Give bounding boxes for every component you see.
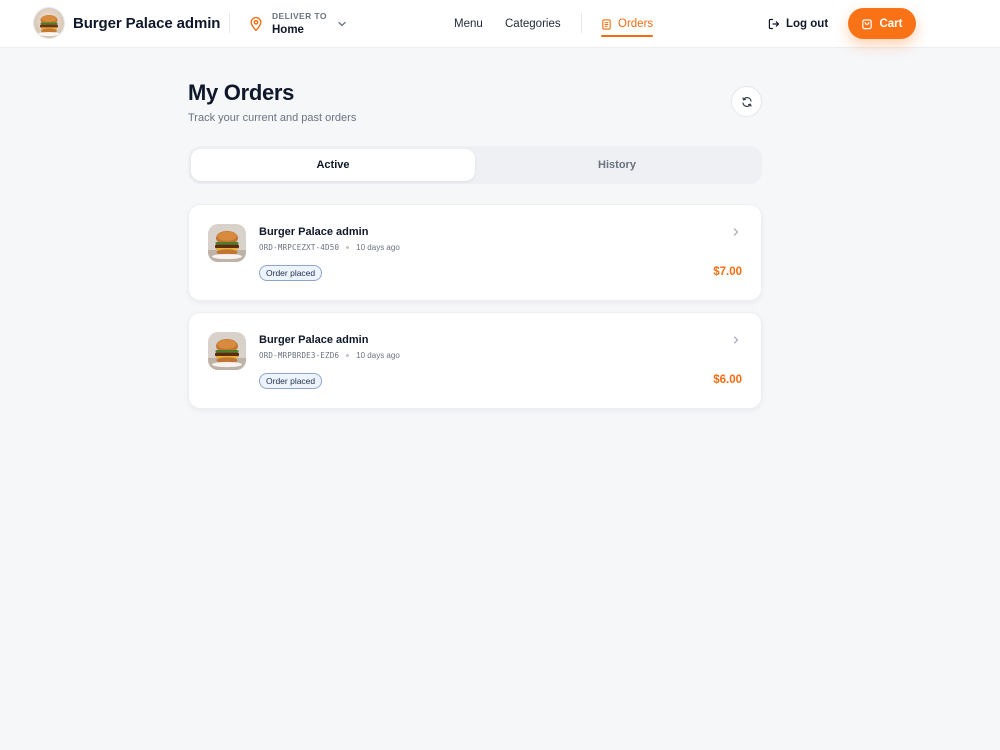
main-nav: Menu (454, 0, 483, 48)
deliver-to-value: Home (272, 23, 304, 36)
order-card[interactable]: Burger Palace admin ORD-MRPBRDE3-EZD6 10… (188, 312, 762, 409)
chevron-right-icon (733, 336, 739, 344)
deliver-to-selector[interactable]: DELIVER TO Home (248, 8, 347, 40)
chevron-down-icon (338, 21, 346, 27)
order-card[interactable]: Burger Palace admin ORD-MRPCEZXT-4D50 10… (188, 204, 762, 301)
logout-label: Log out (786, 18, 829, 30)
order-thumbnail (208, 332, 246, 370)
order-id: ORD-MRPCEZXT-4D50 (259, 243, 340, 252)
order-restaurant-name: Burger Palace admin (259, 334, 369, 346)
page-subtitle: Track your current and past orders (188, 112, 357, 124)
burger-image-icon (208, 332, 246, 370)
order-time: 10 days ago (356, 351, 400, 360)
map-pin-icon (250, 16, 262, 32)
order-thumbnail (208, 224, 246, 262)
main-nav-categories: Categories (505, 0, 561, 48)
order-meta: ORD-MRPCEZXT-4D50 10 days ago (259, 243, 400, 252)
cart-button[interactable]: Cart (848, 8, 916, 39)
nav-divider (581, 13, 582, 33)
nav-orders[interactable]: Orders (601, 0, 654, 48)
order-price: $7.00 (713, 266, 742, 278)
header-divider (229, 13, 230, 33)
status-badge: Order placed (259, 373, 323, 389)
page-title: My Orders (188, 80, 295, 105)
order-price: $6.00 (713, 374, 742, 386)
refresh-button[interactable] (731, 86, 762, 117)
receipt-icon (602, 18, 611, 30)
separator-dot (346, 354, 350, 357)
order-time: 10 days ago (356, 243, 400, 252)
deliver-to-label: DELIVER TO (272, 11, 327, 21)
tab-history[interactable]: History (475, 149, 759, 181)
top-navigation-bar: Burger Palace admin DELIVER TO Home Menu… (0, 0, 1000, 48)
brand[interactable]: Burger Palace admin (34, 7, 220, 39)
main-nav-orders: Orders (601, 0, 654, 48)
nav-menu[interactable]: Menu (454, 0, 483, 48)
nav-orders-label: Orders (618, 18, 654, 30)
shopping-bag-icon (862, 18, 873, 29)
logout-icon (768, 18, 780, 30)
tab-active[interactable]: Active (191, 149, 475, 181)
order-id: ORD-MRPBRDE3-EZD6 (259, 351, 340, 360)
brand-logo-avatar (34, 8, 64, 38)
logout-button[interactable]: Log out (768, 0, 828, 48)
orders-tabs: Active History (188, 146, 762, 184)
order-meta: ORD-MRPBRDE3-EZD6 10 days ago (259, 351, 400, 360)
refresh-icon (741, 96, 752, 107)
nav-categories[interactable]: Categories (505, 0, 561, 48)
order-restaurant-name: Burger Palace admin (259, 226, 369, 238)
chevron-right-icon (733, 228, 739, 236)
cart-label: Cart (879, 17, 903, 30)
burger-image-icon (208, 224, 246, 262)
separator-dot (346, 246, 350, 249)
brand-name: Burger Palace admin (73, 14, 221, 32)
burger-image-icon (38, 15, 60, 36)
status-badge: Order placed (259, 265, 323, 281)
